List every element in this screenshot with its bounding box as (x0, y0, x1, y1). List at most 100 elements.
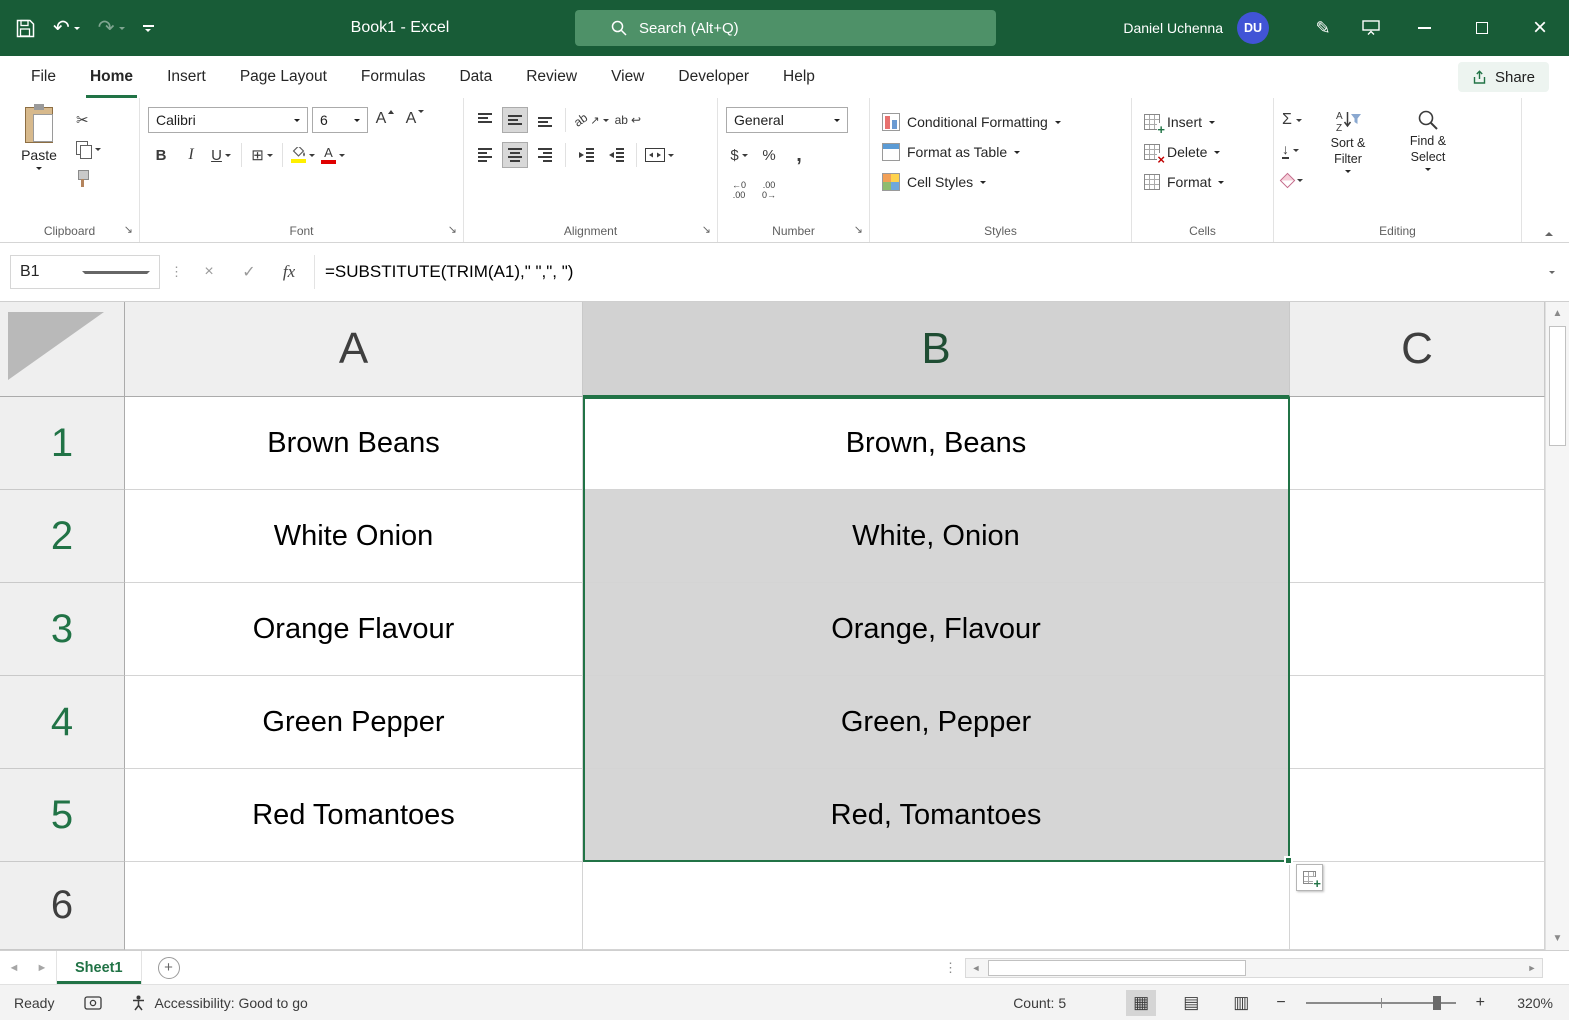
dialog-launcher-icon[interactable]: ↘ (854, 225, 863, 236)
cancel-button[interactable]: × (194, 257, 224, 287)
zoom-slider-thumb[interactable] (1433, 996, 1441, 1010)
cell-B2[interactable]: White, Onion (583, 490, 1290, 583)
font-family-combobox[interactable]: Calibri (148, 107, 308, 133)
minimize-button[interactable] (1395, 0, 1453, 56)
inking-pen-button[interactable]: ✎ (1299, 0, 1347, 56)
collapse-ribbon-button[interactable] (1545, 232, 1553, 236)
close-button[interactable]: × (1511, 0, 1569, 56)
add-sheet-button[interactable]: + (158, 957, 180, 979)
tab-insert[interactable]: Insert (150, 56, 223, 98)
column-header-b[interactable]: B (583, 302, 1290, 397)
chevron-down-icon[interactable] (119, 27, 125, 30)
cell-B4[interactable]: Green, Pepper (583, 676, 1290, 769)
increase-decimal-button[interactable]: ←0 .00 (726, 177, 752, 203)
zoom-slider[interactable] (1306, 1002, 1456, 1004)
column-header-c[interactable]: C (1290, 302, 1545, 397)
scroll-down-icon[interactable]: ▼ (1546, 933, 1569, 944)
customize-quick-access-toolbar-button[interactable] (143, 25, 154, 32)
center-button[interactable] (502, 142, 528, 168)
row-header-4[interactable]: 4 (0, 676, 125, 769)
tab-formulas[interactable]: Formulas (344, 56, 443, 98)
orientation-button[interactable]: ab ↗ (573, 107, 610, 133)
scroll-right-icon[interactable]: ► (1522, 963, 1542, 973)
cell-C2[interactable] (1290, 490, 1545, 583)
page-layout-view-button[interactable]: ▤ (1176, 990, 1206, 1016)
format-cells-button[interactable]: Format (1140, 167, 1265, 197)
sort-and-filter-button[interactable]: A Z Sort & Filter (1313, 107, 1383, 191)
column-header-a[interactable]: A (125, 302, 583, 397)
cell-C1[interactable] (1290, 397, 1545, 490)
tab-view[interactable]: View (594, 56, 661, 98)
increase-font-size-button[interactable]: A (372, 107, 398, 133)
tab-home[interactable]: Home (73, 56, 150, 98)
cell-B3[interactable]: Orange, Flavour (583, 583, 1290, 676)
insert-cells-button[interactable]: Insert (1140, 107, 1265, 137)
number-format-combobox[interactable]: General (726, 107, 848, 133)
chevron-down-icon[interactable] (82, 271, 150, 274)
dialog-launcher-icon[interactable]: ↘ (448, 225, 457, 236)
underline-button[interactable]: U (208, 142, 234, 168)
insert-function-button[interactable]: fx (274, 257, 304, 287)
cell-B5[interactable]: Red, Tomantoes (583, 769, 1290, 862)
fill-color-button[interactable] (290, 142, 316, 168)
expand-formula-bar-button[interactable] (1549, 271, 1555, 274)
horizontal-scrollbar-thumb[interactable] (988, 960, 1246, 976)
row-header-1[interactable]: 1 (0, 397, 125, 490)
chevron-down-icon[interactable] (267, 154, 273, 157)
format-painter-button[interactable] (76, 167, 101, 189)
italic-button[interactable]: I (178, 142, 204, 168)
cell-A2[interactable]: White Onion (125, 490, 583, 583)
row-header-6[interactable]: 6 (0, 862, 125, 950)
decrease-font-size-button[interactable]: A (402, 107, 428, 133)
chevron-down-icon[interactable] (74, 27, 80, 30)
zoom-out-button[interactable]: − (1276, 994, 1285, 1012)
row-header-5[interactable]: 5 (0, 769, 125, 862)
row-header-2[interactable]: 2 (0, 490, 125, 583)
copy-button[interactable] (76, 138, 101, 160)
cell-C6[interactable] (1290, 862, 1545, 950)
format-as-table-button[interactable]: Format as Table (878, 137, 1123, 167)
decrease-decimal-button[interactable]: .00 0→ (756, 177, 782, 203)
page-break-preview-button[interactable]: ▥ (1226, 990, 1256, 1016)
avatar[interactable]: DU (1237, 12, 1269, 44)
macro-recording-button[interactable] (84, 996, 102, 1010)
row-header-3[interactable]: 3 (0, 583, 125, 676)
user-name[interactable]: Daniel Uchenna (1123, 20, 1223, 36)
tab-help[interactable]: Help (766, 56, 832, 98)
ribbon-display-options-button[interactable] (1347, 0, 1395, 56)
cell-C5[interactable] (1290, 769, 1545, 862)
redo-button[interactable]: ↷ (98, 18, 125, 38)
dialog-launcher-icon[interactable]: ↘ (702, 225, 711, 236)
tab-developer[interactable]: Developer (661, 56, 766, 98)
drag-handle-icon[interactable]: ⋮ (170, 264, 184, 280)
borders-button[interactable]: ⊞ (249, 142, 275, 168)
chevron-down-icon[interactable] (36, 167, 42, 170)
merge-and-center-button[interactable] (644, 142, 675, 168)
tab-file[interactable]: File (14, 56, 73, 98)
cell-A4[interactable]: Green Pepper (125, 676, 583, 769)
align-right-button[interactable] (532, 142, 558, 168)
bold-button[interactable]: B (148, 142, 174, 168)
tab-page-layout[interactable]: Page Layout (223, 56, 344, 98)
auto-fill-options-button[interactable] (1296, 864, 1323, 891)
paste-button[interactable]: Paste (8, 107, 70, 189)
cell-A6[interactable] (125, 862, 583, 950)
cell-C3[interactable] (1290, 583, 1545, 676)
cell-A1[interactable]: Brown Beans (125, 397, 583, 490)
cell-A5[interactable]: Red Tomantoes (125, 769, 583, 862)
chevron-down-icon[interactable] (742, 154, 748, 157)
chevron-down-icon[interactable] (339, 154, 345, 157)
save-button[interactable] (16, 19, 35, 38)
zoom-in-button[interactable]: + (1476, 994, 1485, 1012)
vertical-scrollbar-thumb[interactable] (1549, 326, 1566, 446)
formula-input[interactable]: =SUBSTITUTE(TRIM(A1)," ",", ") (314, 255, 1539, 289)
bottom-align-button[interactable] (532, 107, 558, 133)
top-align-button[interactable] (472, 107, 498, 133)
zoom-level[interactable]: 320% (1505, 995, 1553, 1011)
comma-style-button[interactable]: , (786, 142, 812, 168)
autosum-button[interactable]: Σ (1282, 109, 1303, 131)
font-size-combobox[interactable]: 6 (312, 107, 368, 133)
clear-button[interactable] (1282, 169, 1303, 191)
accounting-format-button[interactable]: $ (726, 142, 752, 168)
maximize-button[interactable] (1453, 0, 1511, 56)
